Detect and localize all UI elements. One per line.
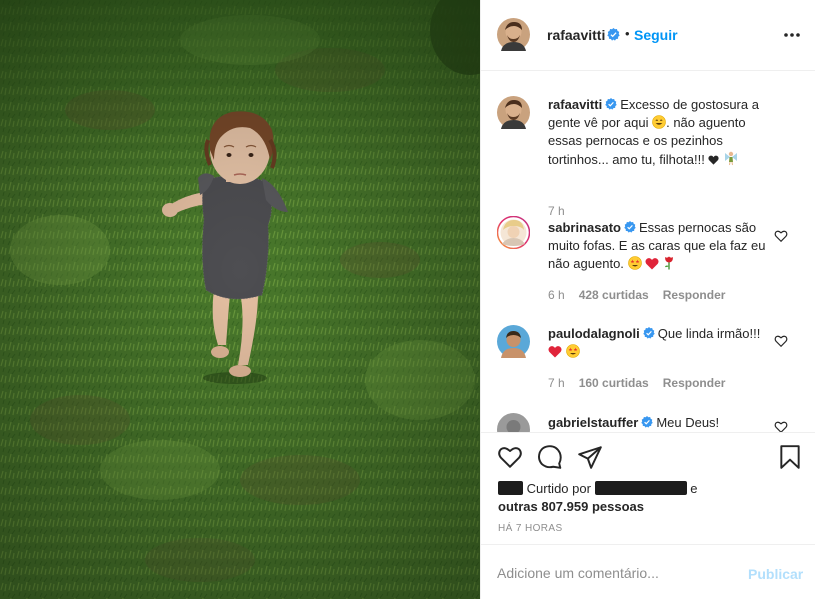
rose-emoji-icon bbox=[664, 256, 673, 270]
liked-by-and: e bbox=[690, 481, 698, 496]
grinning-emoji-icon bbox=[652, 115, 666, 129]
bookmark-icon[interactable] bbox=[777, 444, 803, 470]
verified-badge-icon bbox=[624, 221, 636, 233]
comment-body: Que linda irmão!!! bbox=[657, 326, 761, 341]
caption-time[interactable]: 7 h bbox=[548, 204, 565, 218]
separator-dot: • bbox=[625, 26, 630, 41]
commenter-avatar[interactable] bbox=[497, 325, 530, 358]
comment-like-heart-icon[interactable] bbox=[774, 229, 788, 243]
caption-username[interactable]: rafaavitti bbox=[548, 97, 602, 112]
reply-button[interactable]: Responder bbox=[663, 376, 726, 390]
comment-input[interactable] bbox=[497, 562, 737, 584]
post-actions: Curtido por e outras 807.959 pessoas HÁ … bbox=[481, 432, 815, 544]
comment-text: paulodalagnoli Que linda irmão!!! bbox=[548, 325, 773, 361]
post-time[interactable]: HÁ 7 HORAS bbox=[498, 523, 563, 534]
caption-text: rafaavitti Excesso de gostosura a gente v… bbox=[548, 96, 773, 169]
star-struck-emoji-icon bbox=[627, 256, 642, 270]
author-username[interactable]: rafaavitti bbox=[547, 27, 605, 43]
add-comment-bar: Publicar bbox=[481, 544, 815, 599]
heart-icon[interactable] bbox=[497, 444, 523, 470]
comment-like-heart-icon[interactable] bbox=[774, 420, 788, 432]
red-heart-emoji-icon bbox=[548, 346, 562, 358]
follow-button[interactable]: Seguir bbox=[634, 27, 678, 43]
comment-username[interactable]: sabrinasato bbox=[548, 220, 621, 235]
liked-by-label: Curtido por bbox=[526, 481, 591, 496]
comment-likes-count[interactable]: 428 curtidas bbox=[579, 288, 649, 302]
commenter-avatar[interactable] bbox=[497, 216, 530, 249]
comment-icon[interactable] bbox=[537, 444, 563, 470]
likes-summary: Curtido por e outras 807.959 pessoas bbox=[498, 480, 758, 516]
comment-likes-count[interactable]: 160 curtidas bbox=[579, 376, 649, 390]
comment-meta: 6 h 428 curtidas Responder bbox=[548, 288, 739, 302]
post-header: rafaavitti • Seguir bbox=[481, 0, 815, 71]
commenter-avatar[interactable] bbox=[497, 413, 530, 432]
verified-badge-icon bbox=[641, 416, 654, 428]
author-avatar[interactable] bbox=[497, 18, 530, 51]
liker-name-redacted[interactable] bbox=[594, 481, 687, 495]
publish-button[interactable]: Publicar bbox=[748, 566, 803, 582]
more-options-icon[interactable] bbox=[782, 25, 802, 45]
comment-time[interactable]: 6 h bbox=[548, 288, 565, 302]
verified-badge-icon bbox=[607, 28, 620, 41]
post-sidebar: rafaavitti • Seguir rafaavitti Excesso de… bbox=[480, 0, 815, 599]
comment-text: sabrinasato Essas pernocas são muito fofa… bbox=[548, 219, 773, 273]
red-heart-emoji-icon bbox=[645, 258, 659, 270]
comment-username[interactable]: paulodalagnoli bbox=[548, 326, 640, 341]
comments-list[interactable]: rafaavitti Excesso de gostosura a gente v… bbox=[481, 72, 815, 432]
fairy-emoji-icon bbox=[725, 151, 738, 166]
verified-badge-icon bbox=[605, 98, 617, 110]
comment-time[interactable]: 7 h bbox=[548, 376, 565, 390]
caption-meta: 7 h bbox=[548, 204, 579, 218]
black-heart-emoji-icon bbox=[708, 155, 720, 165]
comment-meta: 7 h 160 curtidas Responder bbox=[548, 376, 739, 390]
star-struck-emoji-icon bbox=[565, 344, 580, 358]
comment-body: Meu Deus! bbox=[656, 415, 720, 430]
comment-like-heart-icon[interactable] bbox=[774, 334, 788, 348]
reply-button[interactable]: Responder bbox=[663, 288, 726, 302]
liker-avatar-redacted bbox=[498, 481, 523, 495]
share-icon[interactable] bbox=[577, 444, 603, 470]
post-image bbox=[0, 0, 480, 599]
comment-username[interactable]: gabrielstauffer bbox=[548, 415, 638, 430]
caption-avatar[interactable] bbox=[497, 96, 530, 129]
others-likes-count[interactable]: outras 807.959 pessoas bbox=[498, 499, 644, 514]
verified-badge-icon bbox=[643, 327, 655, 339]
comment-text: gabrielstauffer Meu Deus! bbox=[548, 414, 773, 432]
post-photo[interactable] bbox=[0, 0, 480, 599]
